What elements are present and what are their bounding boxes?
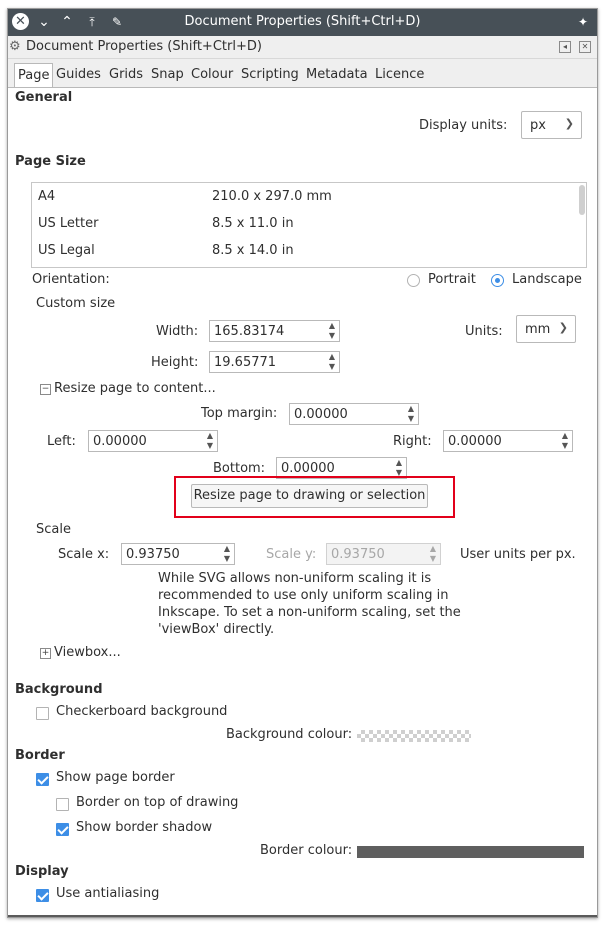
checkerboard-label: Checkerboard background bbox=[56, 704, 228, 719]
units-per-px-label: User units per px. bbox=[460, 547, 576, 562]
tab-grids[interactable]: Grids bbox=[109, 67, 143, 82]
tab-snap[interactable]: Snap bbox=[151, 67, 184, 82]
border-colour-swatch[interactable] bbox=[357, 846, 584, 858]
dock-close-icon[interactable]: ✕ bbox=[579, 41, 591, 53]
width-label: Width: bbox=[156, 324, 199, 339]
tab-licence[interactable]: Licence bbox=[375, 67, 424, 82]
spin-arrows-icon[interactable]: ▲ ▼ bbox=[327, 321, 337, 341]
list-item[interactable]: US Letter 8.5 x 11.0 in bbox=[32, 210, 572, 237]
page-size-list[interactable]: A4 210.0 x 297.0 mm US Letter 8.5 x 11.0… bbox=[31, 182, 587, 268]
expand-icon[interactable]: + bbox=[40, 648, 51, 659]
left-margin-label: Left: bbox=[47, 434, 76, 449]
units-select[interactable]: mm ❯ bbox=[516, 315, 576, 343]
border-heading: Border bbox=[15, 748, 65, 763]
display-heading: Display bbox=[15, 864, 69, 879]
tab-guides[interactable]: Guides bbox=[56, 67, 101, 82]
left-margin-input[interactable]: 0.00000 ▲ ▼ bbox=[88, 430, 218, 452]
orientation-label: Orientation: bbox=[32, 272, 110, 287]
tab-colour[interactable]: Colour bbox=[191, 67, 233, 82]
tab-scripting[interactable]: Scripting bbox=[241, 67, 299, 82]
right-margin-label: Right: bbox=[393, 434, 432, 449]
antialiasing-checkbox[interactable] bbox=[36, 889, 49, 902]
resize-to-content-expander[interactable]: Resize page to content... bbox=[54, 381, 216, 396]
border-colour-label: Border colour: bbox=[260, 843, 353, 858]
pin-window-icon[interactable]: ✦ bbox=[574, 13, 592, 31]
list-scrollbar[interactable] bbox=[579, 185, 585, 215]
resize-page-button[interactable]: Resize page to drawing or selection bbox=[191, 484, 428, 508]
height-label: Height: bbox=[151, 355, 199, 370]
checkerboard-checkbox[interactable] bbox=[36, 707, 49, 720]
right-margin-input[interactable]: 0.00000 ▲ ▼ bbox=[443, 430, 573, 452]
document-properties-window: ✕ ⌄ ⌃ ⤒ ✎ Document Properties (Shift+Ctr… bbox=[7, 8, 598, 918]
background-colour-swatch[interactable] bbox=[357, 730, 471, 742]
page-size-heading: Page Size bbox=[15, 154, 86, 169]
show-border-label: Show page border bbox=[56, 770, 175, 785]
list-item[interactable]: US Legal 8.5 x 14.0 in bbox=[32, 237, 572, 264]
general-heading: General bbox=[15, 90, 73, 105]
border-shadow-checkbox[interactable] bbox=[56, 823, 69, 836]
portrait-label: Portrait bbox=[428, 272, 476, 287]
chevron-down-icon: ❯ bbox=[564, 117, 574, 130]
border-on-top-checkbox[interactable] bbox=[56, 798, 69, 811]
spin-arrows-icon: ▲ ▼ bbox=[429, 544, 437, 563]
spin-arrows-icon[interactable]: ▲ ▼ bbox=[205, 431, 215, 451]
scale-note-line: 'viewBox' directly. bbox=[158, 622, 275, 637]
landscape-radio[interactable] bbox=[491, 274, 504, 287]
spin-arrows-icon[interactable]: ▲ ▼ bbox=[222, 544, 232, 564]
page-tab-panel: General Display units: px ❯ Page Size A4… bbox=[8, 87, 597, 917]
tab-metadata[interactable]: Metadata bbox=[306, 67, 368, 82]
spin-arrows-icon[interactable]: ▲ ▼ bbox=[327, 352, 337, 372]
scale-x-input[interactable]: 0.93750 ▲ ▼ bbox=[121, 543, 235, 565]
top-margin-input[interactable]: 0.00000 ▲ ▼ bbox=[289, 403, 419, 425]
scale-note-line: Inkscape. To set a non-uniform scaling, … bbox=[158, 605, 461, 620]
scale-y-label: Scale y: bbox=[266, 547, 317, 562]
display-units-select[interactable]: px ❯ bbox=[521, 111, 582, 139]
viewbox-expander[interactable]: Viewbox... bbox=[54, 645, 121, 660]
border-shadow-label: Show border shadow bbox=[76, 820, 213, 835]
gear-icon: ⚙ bbox=[9, 39, 21, 54]
background-colour-label: Background colour: bbox=[226, 727, 353, 742]
collapse-icon[interactable]: − bbox=[40, 384, 51, 395]
units-label: Units: bbox=[465, 324, 503, 339]
antialiasing-label: Use antialiasing bbox=[56, 886, 160, 901]
spin-arrows-icon[interactable]: ▲ ▼ bbox=[406, 404, 416, 424]
dock-header: ⚙ Document Properties (Shift+Ctrl+D) ◂ ✕ bbox=[8, 36, 597, 59]
scale-y-input: 0.93750 ▲ ▼ bbox=[326, 543, 441, 565]
width-input[interactable]: 165.83174 ▲ ▼ bbox=[209, 320, 340, 342]
portrait-radio[interactable] bbox=[407, 274, 420, 287]
chevron-down-icon: ❯ bbox=[558, 321, 568, 334]
scale-x-label: Scale x: bbox=[58, 547, 110, 562]
tab-page[interactable]: Page bbox=[14, 63, 54, 87]
bottom-margin-label: Bottom: bbox=[213, 461, 266, 476]
panel-scrollbar[interactable] bbox=[8, 915, 597, 917]
height-input[interactable]: 19.65771 ▲ ▼ bbox=[209, 351, 340, 373]
tab-bar: Page Guides Grids Snap Colour Scripting … bbox=[8, 59, 597, 87]
spin-arrows-icon[interactable]: ▲ ▼ bbox=[394, 458, 404, 478]
landscape-label: Landscape bbox=[512, 272, 582, 287]
border-on-top-label: Border on top of drawing bbox=[76, 795, 239, 810]
top-margin-label: Top margin: bbox=[201, 406, 278, 421]
window-title: Document Properties (Shift+Ctrl+D) bbox=[184, 14, 421, 29]
scale-note-line: While SVG allows non-uniform scaling it … bbox=[158, 571, 432, 586]
display-units-label: Display units: bbox=[419, 118, 508, 133]
title-bar: ✕ ⌄ ⌃ ⤒ ✎ Document Properties (Shift+Ctr… bbox=[8, 9, 597, 36]
scale-heading: Scale bbox=[36, 522, 71, 537]
dock-title: Document Properties (Shift+Ctrl+D) bbox=[26, 39, 262, 54]
show-border-checkbox[interactable] bbox=[36, 773, 49, 786]
dock-iconify-icon[interactable]: ◂ bbox=[559, 41, 571, 53]
scale-note-line: recommended to use only uniform scaling … bbox=[158, 588, 449, 603]
spin-arrows-icon[interactable]: ▲ ▼ bbox=[560, 431, 570, 451]
background-heading: Background bbox=[15, 682, 103, 697]
custom-size-label: Custom size bbox=[36, 296, 116, 311]
list-item[interactable]: A4 210.0 x 297.0 mm bbox=[32, 183, 572, 210]
